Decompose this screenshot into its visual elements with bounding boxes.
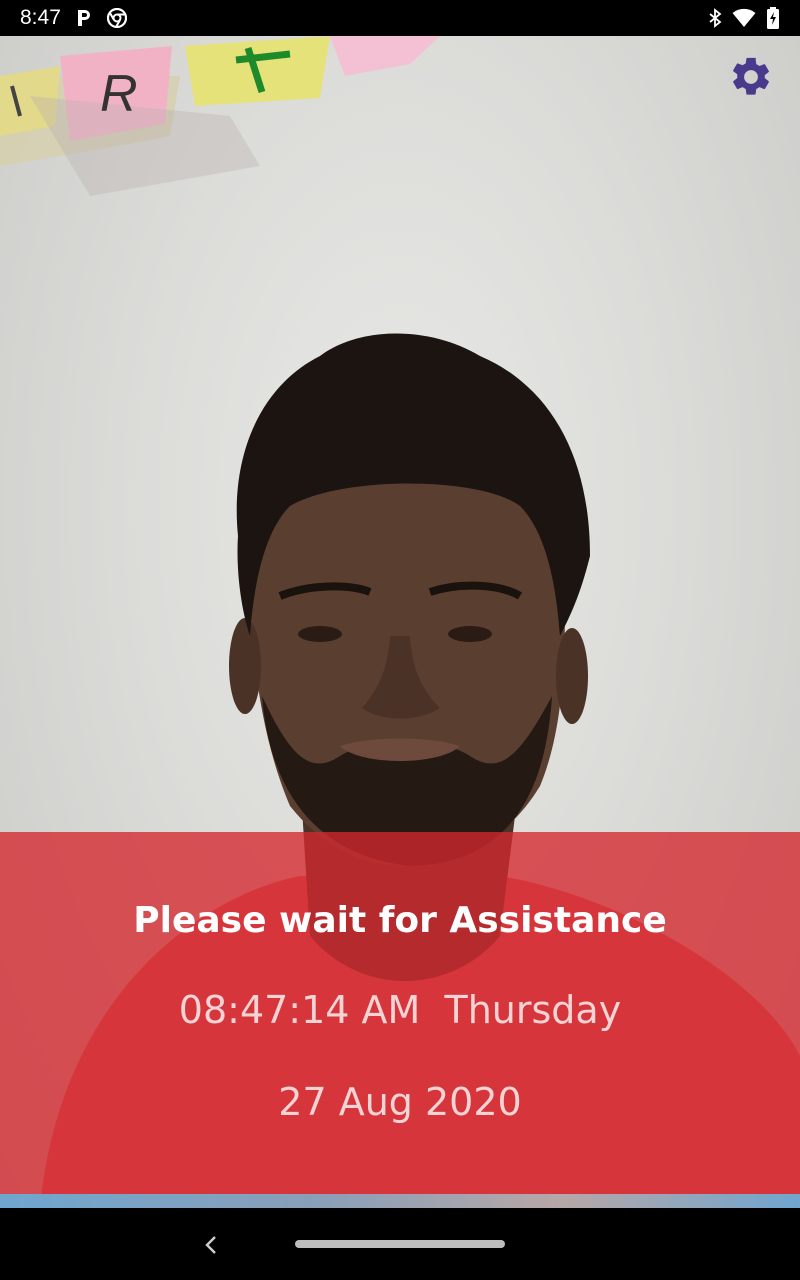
wall-banner: R xyxy=(0,36,440,196)
home-pill-button[interactable] xyxy=(295,1240,505,1248)
gear-icon xyxy=(733,57,769,95)
camera-bottom-edge xyxy=(0,1194,800,1208)
back-button[interactable] xyxy=(196,1230,226,1260)
chrome-icon xyxy=(106,8,127,28)
current-date: 27 Aug 2020 xyxy=(278,1080,522,1124)
chevron-left-icon xyxy=(205,1236,216,1254)
bluetooth-icon xyxy=(708,8,722,28)
parking-p-icon xyxy=(75,8,93,28)
status-clock: 8:47 xyxy=(20,6,61,29)
navigation-bar xyxy=(0,1208,800,1280)
settings-button[interactable] xyxy=(728,54,776,102)
wifi-icon xyxy=(732,8,756,28)
battery-charging-icon xyxy=(766,7,780,29)
current-time: 08:47:14 AM xyxy=(178,988,421,1032)
svg-text:R: R xyxy=(100,65,138,123)
current-day: Thursday xyxy=(444,988,622,1032)
status-bar: 8:47 xyxy=(0,0,800,36)
assistance-overlay: Please wait for Assistance 08:47:14 AM T… xyxy=(0,832,800,1194)
time-day-row: 08:47:14 AM Thursday xyxy=(0,988,800,1032)
assistance-message: Please wait for Assistance xyxy=(133,900,667,941)
